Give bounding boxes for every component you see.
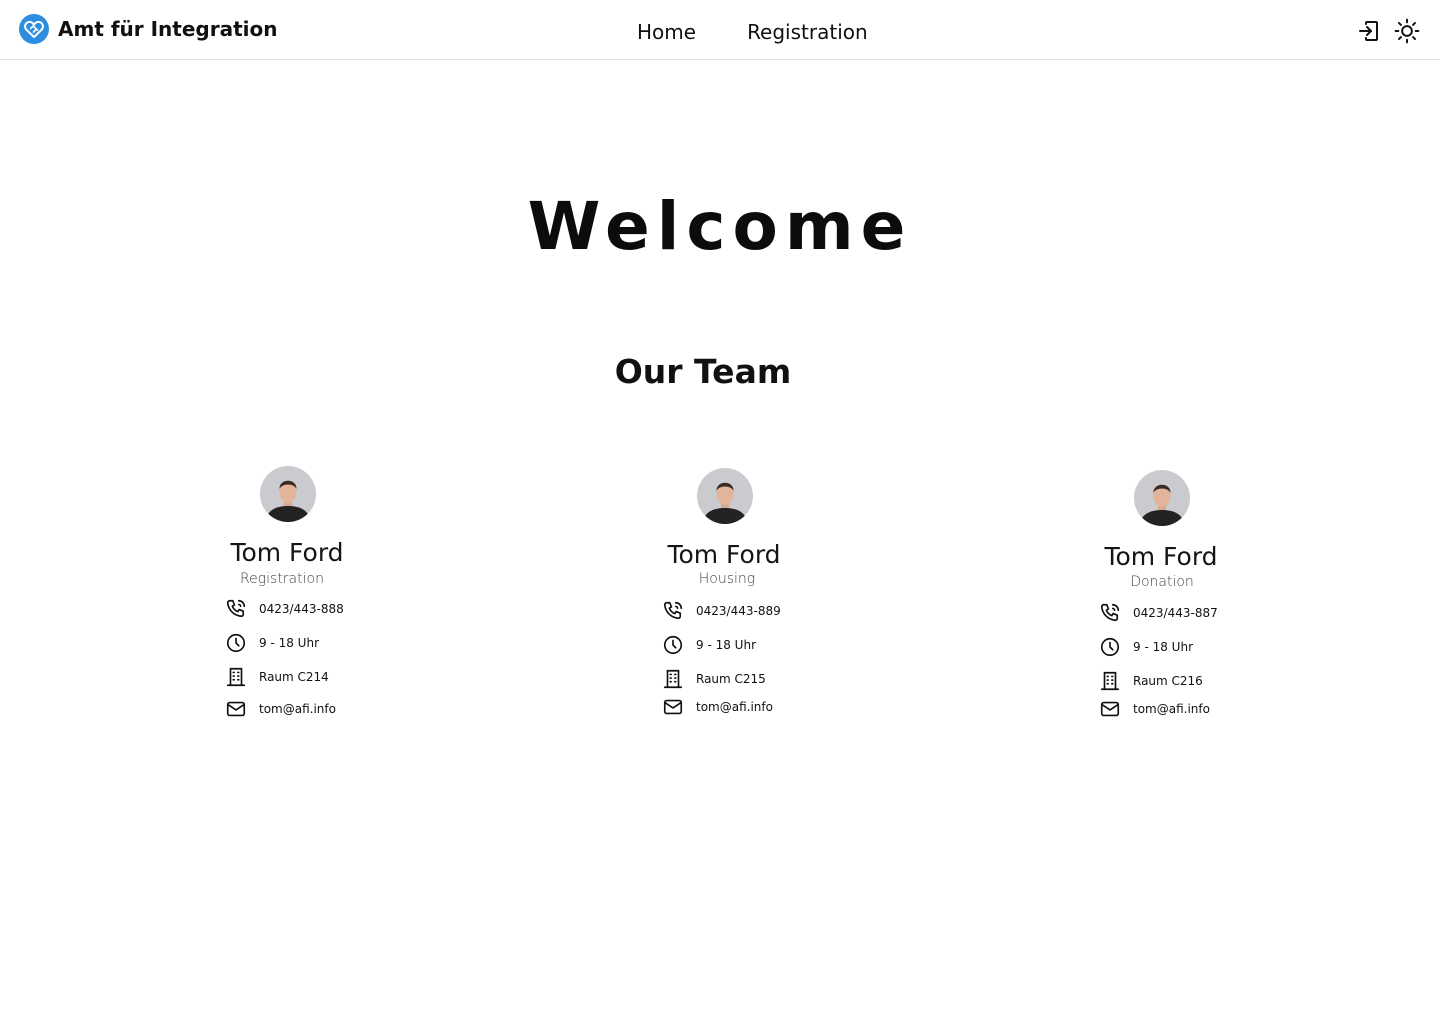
main-nav: Home Registration xyxy=(637,20,868,44)
phone-number[interactable]: 0423/443-888 xyxy=(259,602,344,616)
login-button[interactable] xyxy=(1356,18,1382,44)
member-role: Registration xyxy=(240,571,324,587)
office-hours: 9 - 18 Uhr xyxy=(259,636,319,650)
heart-handshake-icon xyxy=(19,14,49,44)
login-icon xyxy=(1359,21,1378,41)
phone-number[interactable]: 0423/443-887 xyxy=(1133,606,1218,620)
top-navbar: Amt für Integration Home Registration xyxy=(0,0,1440,60)
member-role: Donation xyxy=(1130,574,1194,590)
clock-icon xyxy=(1099,636,1121,658)
clock-icon xyxy=(662,634,684,656)
office-hours: 9 - 18 Uhr xyxy=(696,638,756,652)
phone-icon xyxy=(1099,602,1121,624)
email-row: tom@afi.info xyxy=(1099,697,1210,721)
email-address[interactable]: tom@afi.info xyxy=(259,702,336,716)
phone-row: 0423/443-889 xyxy=(662,599,781,623)
sun-icon xyxy=(1394,18,1420,44)
member-name: Tom Ford xyxy=(1104,542,1218,571)
office-hours: 9 - 18 Uhr xyxy=(1133,640,1193,654)
hours-row: 9 - 18 Uhr xyxy=(1099,635,1193,659)
avatar xyxy=(1134,470,1190,526)
room-number: Raum C216 xyxy=(1133,674,1203,688)
email-row: tom@afi.info xyxy=(662,695,773,719)
mail-icon xyxy=(225,698,247,720)
room-row: Raum C214 xyxy=(225,665,329,689)
mail-icon xyxy=(1099,698,1121,720)
building-icon xyxy=(662,668,684,690)
nav-home[interactable]: Home xyxy=(637,20,696,44)
hours-row: 9 - 18 Uhr xyxy=(225,631,319,655)
building-icon xyxy=(1099,670,1121,692)
hours-row: 9 - 18 Uhr xyxy=(662,633,756,657)
team-heading: Our Team xyxy=(614,352,792,391)
welcome-heading: Welcome xyxy=(527,188,913,265)
email-address[interactable]: tom@afi.info xyxy=(696,700,773,714)
phone-row: 0423/443-887 xyxy=(1099,601,1218,625)
email-address[interactable]: tom@afi.info xyxy=(1133,702,1210,716)
theme-toggle-button[interactable] xyxy=(1394,18,1420,44)
phone-number[interactable]: 0423/443-889 xyxy=(696,604,781,618)
member-name: Tom Ford xyxy=(230,538,344,567)
phone-row: 0423/443-888 xyxy=(225,597,344,621)
avatar xyxy=(697,468,753,524)
phone-icon xyxy=(225,598,247,620)
room-number: Raum C215 xyxy=(696,672,766,686)
email-row: tom@afi.info xyxy=(225,697,336,721)
room-row: Raum C215 xyxy=(662,667,766,691)
member-role: Housing xyxy=(698,571,756,587)
header-actions xyxy=(1356,18,1420,44)
brand-name: Amt für Integration xyxy=(58,17,278,41)
building-icon xyxy=(225,666,247,688)
member-name: Tom Ford xyxy=(667,540,781,569)
mail-icon xyxy=(662,696,684,718)
clock-icon xyxy=(225,632,247,654)
room-row: Raum C216 xyxy=(1099,669,1203,693)
nav-registration[interactable]: Registration xyxy=(747,20,868,44)
avatar xyxy=(260,466,316,522)
brand[interactable]: Amt für Integration xyxy=(18,13,277,45)
phone-icon xyxy=(662,600,684,622)
room-number: Raum C214 xyxy=(259,670,329,684)
